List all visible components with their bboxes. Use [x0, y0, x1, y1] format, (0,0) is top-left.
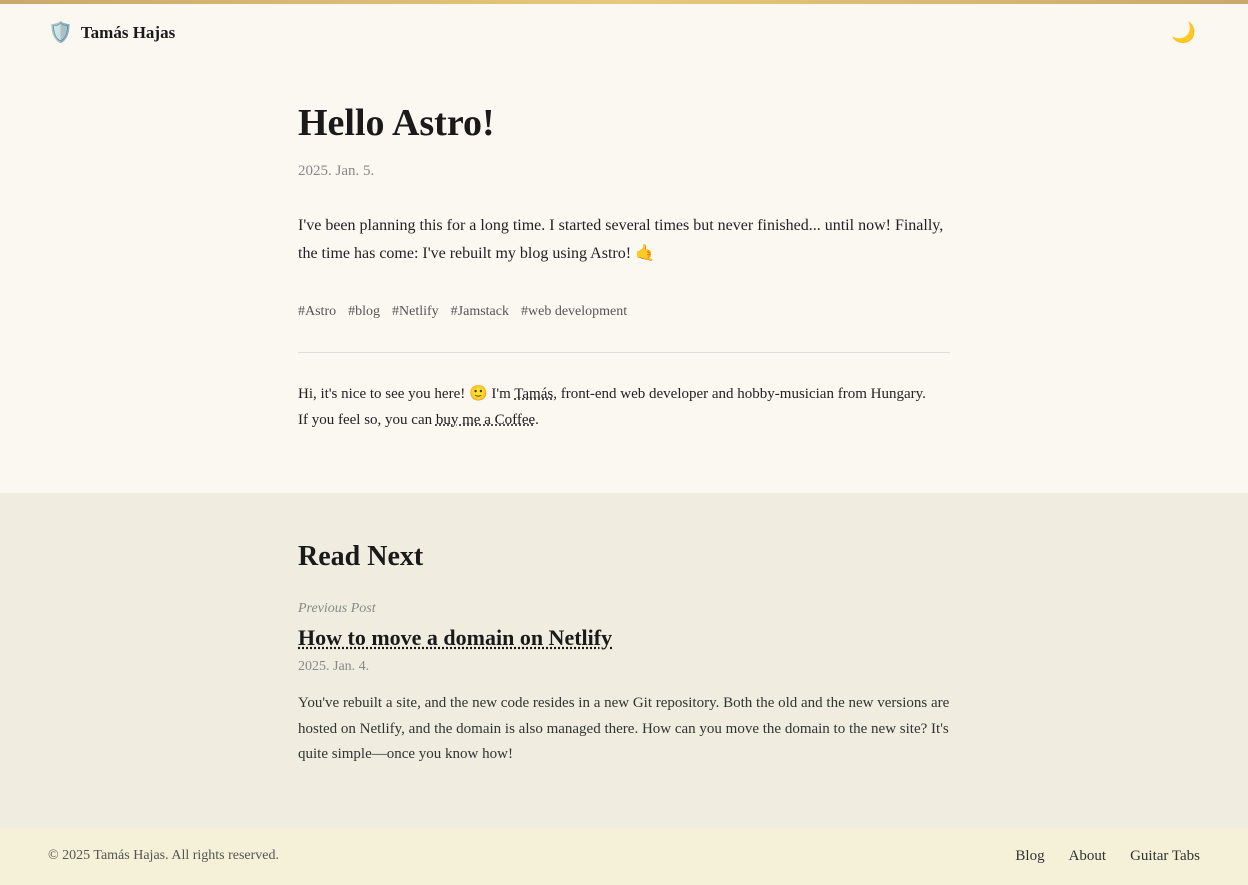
- main-content: Hello Astro! 2025. Jan. 5. I've been pla…: [0, 61, 1248, 493]
- author-end: .: [535, 412, 539, 428]
- post-body-text: I've been planning this for a long time.…: [298, 217, 943, 262]
- author-section: Hi, it's nice to see you here! 🙂 I'm Tam…: [298, 381, 950, 434]
- prev-post-title-link[interactable]: How to move a domain on Netlify: [298, 625, 950, 651]
- buy-coffee-link[interactable]: buy me a Coffee: [436, 412, 535, 428]
- author-intro-line2: If you feel so, you can buy me a Coffee.: [298, 407, 950, 433]
- dark-mode-toggle[interactable]: 🌙: [1167, 16, 1200, 49]
- post-date: 2025. Jan. 5.: [298, 163, 950, 180]
- tag-web-development[interactable]: #web development: [521, 304, 627, 320]
- author-intro-text: Hi, it's nice to see you here! 🙂 I'm: [298, 386, 514, 402]
- footer-nav-blog[interactable]: Blog: [1015, 848, 1044, 865]
- post-body: I've been planning this for a long time.…: [298, 212, 950, 268]
- post-title: Hello Astro!: [298, 101, 950, 147]
- tag-netlify[interactable]: #Netlify: [392, 304, 439, 320]
- footer-nav-about[interactable]: About: [1069, 848, 1107, 865]
- site-footer: © 2025 Tamás Hajas. All rights reserved.…: [0, 828, 1248, 885]
- tag-blog[interactable]: #blog: [348, 304, 380, 320]
- author-line2-text: If you feel so, you can: [298, 412, 436, 428]
- tag-jamstack[interactable]: #Jamstack: [451, 304, 509, 320]
- footer-nav-guitar-tabs[interactable]: Guitar Tabs: [1130, 848, 1200, 865]
- author-intro-line1: Hi, it's nice to see you here! 🙂 I'm Tam…: [298, 381, 950, 407]
- prev-post-excerpt: You've rebuilt a site, and the new code …: [298, 691, 950, 768]
- prev-post-date: 2025. Jan. 4.: [298, 659, 950, 675]
- site-logo-link[interactable]: 🛡️ Tamás Hajas: [48, 20, 175, 45]
- read-next-title: Read Next: [298, 541, 950, 573]
- footer-copyright: © 2025 Tamás Hajas. All rights reserved.: [48, 848, 279, 864]
- site-header: 🛡️ Tamás Hajas 🌙: [0, 4, 1248, 61]
- shield-icon: 🛡️: [48, 20, 73, 45]
- read-next-section: Read Next Previous Post How to move a do…: [0, 493, 1248, 828]
- tag-astro[interactable]: #Astro: [298, 304, 336, 320]
- post-tags: #Astro #blog #Netlify #Jamstack #web dev…: [298, 304, 950, 320]
- author-rest: , front-end web developer and hobby-musi…: [553, 386, 926, 402]
- author-name-link[interactable]: Tamás: [514, 386, 553, 402]
- site-title-text: Tamás Hajas: [81, 23, 175, 43]
- footer-nav: Blog About Guitar Tabs: [1015, 848, 1200, 865]
- section-divider: [298, 352, 950, 353]
- previous-post-label: Previous Post: [298, 601, 950, 617]
